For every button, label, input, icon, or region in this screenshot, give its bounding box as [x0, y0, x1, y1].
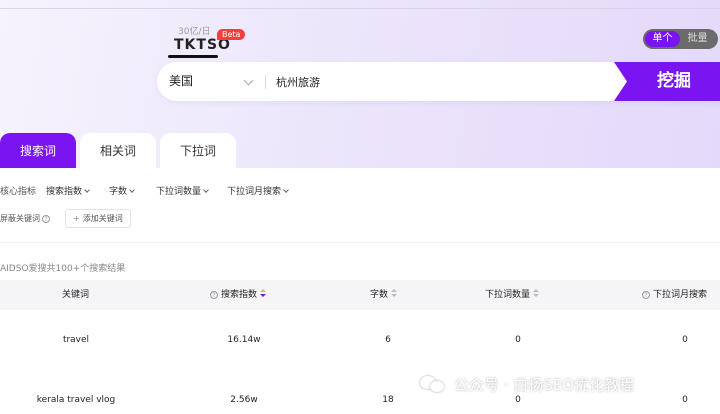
filter-dropdown-count[interactable]: 下拉词数量 — [156, 184, 209, 197]
keyword-input[interactable] — [276, 62, 606, 101]
exclude-row: 屏蔽关键词? + 添加关键词 — [0, 209, 720, 228]
brand-logo[interactable]: 30亿/日 TKTSO Beta — [168, 24, 258, 60]
hero-header: 30亿/日 TKTSO Beta 单个 批量 美国 挖掘 搜索词 相关词 下拉词 — [0, 0, 720, 168]
mode-toggle[interactable]: 单个 批量 — [643, 29, 718, 49]
th-dropdown-monthly[interactable]: ? 下拉词月搜索 — [642, 280, 707, 310]
top-border — [0, 8, 720, 9]
watermark-text: 公众号 · 白杨SEO优化教程 — [454, 375, 635, 394]
help-circle-icon[interactable]: ? — [210, 290, 218, 299]
sort-icon[interactable] — [391, 289, 398, 298]
filter-dropdown-monthly[interactable]: 下拉词月搜索 — [227, 184, 289, 197]
mode-single-button[interactable]: 单个 — [645, 31, 680, 47]
result-count: AIDSO爱搜共100+个搜索结果 — [0, 264, 126, 274]
cell-keyword[interactable]: kerala travel vlog — [16, 371, 136, 414]
sort-icon[interactable] — [260, 289, 267, 298]
country-select[interactable]: 美国 — [169, 62, 193, 101]
filter-label: 核心指标 — [0, 187, 37, 197]
th-keyword: 关键词 — [62, 290, 90, 300]
filter-char-count[interactable]: 字数 — [109, 184, 135, 197]
cell-dropdown-monthly: 0 — [682, 335, 688, 345]
th-dropdown-count[interactable]: 下拉词数量 — [485, 280, 540, 310]
filter-row: 核心指标 搜索指数 字数 下拉词数量 下拉词月搜索 — [0, 184, 720, 198]
tab-related-terms[interactable]: 相关词 — [80, 133, 156, 168]
chevron-down-icon — [283, 187, 289, 193]
chevron-down-icon — [84, 187, 90, 193]
cell-char-count: 6 — [385, 335, 391, 345]
cell-search-index: 2.56w — [230, 395, 258, 405]
wechat-icon — [420, 374, 446, 394]
exclude-label: 屏蔽关键词? — [0, 213, 50, 224]
filter-search-index[interactable]: 搜索指数 — [46, 184, 90, 197]
cell-dropdown-monthly: 0 — [682, 395, 688, 405]
tab-search-terms[interactable]: 搜索词 — [0, 133, 76, 168]
chevron-down-icon — [129, 187, 135, 193]
add-keyword-button[interactable]: + 添加关键词 — [65, 209, 131, 228]
cell-search-index: 16.14w — [227, 335, 261, 345]
tab-dropdown-terms[interactable]: 下拉词 — [160, 133, 236, 168]
cell-char-count: 18 — [382, 395, 394, 405]
search-divider — [265, 75, 266, 89]
cell-keyword[interactable]: travel — [36, 311, 116, 369]
search-bar: 美国 挖掘 — [157, 62, 720, 101]
chevron-down-icon — [203, 187, 209, 193]
th-char-count[interactable]: 字数 — [370, 280, 398, 310]
table-row[interactable]: travel 16.14w 6 0 0 — [0, 311, 720, 369]
chevron-down-icon[interactable] — [243, 75, 254, 86]
dig-button[interactable]: 挖掘 — [614, 62, 720, 101]
brand-underline — [168, 55, 218, 58]
brand-subtitle: 30亿/日 — [178, 27, 211, 37]
cell-dropdown-count: 0 — [515, 335, 521, 345]
mode-batch-button[interactable]: 批量 — [680, 31, 715, 47]
beta-badge: Beta — [217, 29, 246, 40]
section-divider — [0, 242, 720, 243]
help-circle-icon[interactable]: ? — [642, 290, 650, 299]
th-search-index[interactable]: ? 搜索指数 — [210, 280, 267, 310]
help-circle-icon[interactable]: ? — [42, 214, 50, 223]
watermark: 公众号 · 白杨SEO优化教程 — [420, 373, 634, 395]
sort-icon[interactable] — [533, 289, 540, 298]
plus-icon: + — [73, 214, 80, 223]
table-header: 关键词 ? 搜索指数 字数 下拉词数量 ? 下拉词月搜索 — [0, 280, 720, 310]
